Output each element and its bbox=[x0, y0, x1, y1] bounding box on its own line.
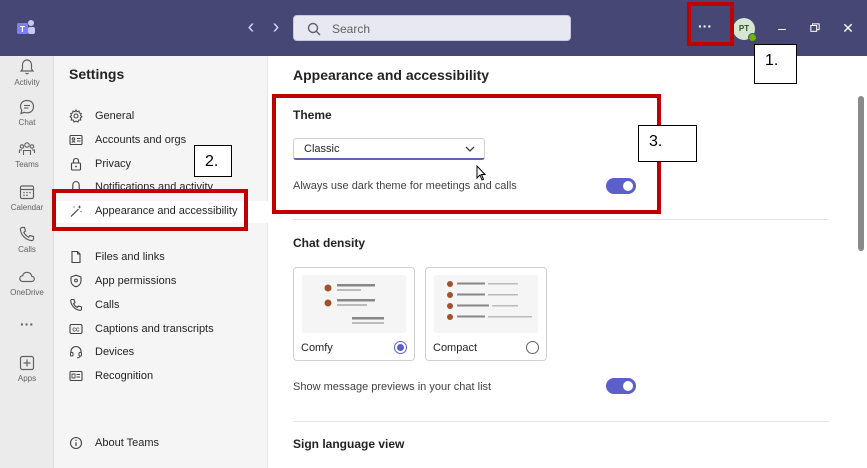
rail-label: Activity bbox=[14, 78, 40, 87]
settings-item-label: Devices bbox=[95, 346, 135, 358]
headset-icon bbox=[70, 345, 82, 359]
captions-icon: CC bbox=[69, 323, 83, 335]
cloud-icon bbox=[19, 271, 35, 283]
annotation-label-step1: 1. bbox=[754, 44, 797, 84]
settings-item-privacy[interactable]: Privacy bbox=[54, 154, 268, 176]
settings-title: Settings bbox=[69, 66, 125, 82]
annotation-label-step2: 2. bbox=[194, 145, 232, 177]
more-icon: ··· bbox=[20, 316, 34, 332]
annotation-box-more-options bbox=[687, 2, 734, 46]
settings-item-recognition[interactable]: Recognition bbox=[54, 366, 268, 388]
annotation-box-theme bbox=[272, 94, 661, 214]
settings-item-label: Privacy bbox=[95, 158, 132, 170]
settings-item-captions[interactable]: CC Captions and transcripts bbox=[54, 319, 268, 341]
settings-item-about[interactable]: About Teams bbox=[54, 433, 268, 455]
rail-item-chat[interactable]: Chat bbox=[0, 98, 54, 142]
density-option-label: Compact bbox=[433, 342, 478, 354]
teams-logo-icon: T bbox=[16, 18, 36, 38]
avatar-initials: PT bbox=[738, 24, 750, 33]
svg-text:CC: CC bbox=[72, 327, 80, 333]
rail-label: Chat bbox=[18, 118, 36, 127]
search-icon bbox=[306, 21, 322, 37]
rail-item-calls[interactable]: Calls bbox=[0, 225, 54, 269]
apps-icon bbox=[19, 355, 35, 371]
settings-item-files[interactable]: Files and links bbox=[54, 247, 268, 269]
settings-item-label: Calls bbox=[95, 299, 120, 311]
rail-label: Calendar bbox=[10, 203, 44, 212]
settings-item-label: Accounts and orgs bbox=[95, 134, 187, 146]
recognition-icon bbox=[69, 370, 83, 382]
calendar-icon bbox=[19, 185, 35, 200]
density-option-compact[interactable]: Compact bbox=[425, 267, 547, 361]
id-card-icon bbox=[69, 134, 83, 146]
file-icon bbox=[71, 250, 81, 264]
divider bbox=[293, 219, 829, 220]
rail-label: OneDrive bbox=[10, 288, 44, 297]
shield-icon bbox=[70, 274, 82, 288]
settings-item-label: Captions and transcripts bbox=[95, 323, 214, 335]
minimize-button[interactable]: – bbox=[770, 17, 794, 39]
rail-item-more[interactable]: ··· bbox=[0, 312, 54, 336]
toggle-knob bbox=[623, 381, 633, 391]
message-previews-label: Show message previews in your chat list bbox=[293, 381, 492, 393]
compact-preview bbox=[434, 275, 538, 333]
rail-label: Teams bbox=[15, 160, 39, 169]
sign-language-title: Sign language view bbox=[293, 437, 405, 451]
rail-item-teams[interactable]: Teams bbox=[0, 140, 54, 184]
phone-icon bbox=[19, 226, 35, 242]
density-option-label: Comfy bbox=[301, 342, 333, 354]
settings-pane: Settings General Accounts and orgs Priva… bbox=[54, 56, 268, 468]
settings-item-general[interactable]: General bbox=[54, 106, 268, 128]
forward-arrow-icon[interactable]: › bbox=[266, 17, 286, 37]
phone-icon bbox=[70, 298, 83, 311]
close-button[interactable]: ✕ bbox=[836, 17, 860, 39]
vertical-scrollbar[interactable] bbox=[858, 96, 864, 251]
radio-unselected-icon[interactable] bbox=[526, 341, 539, 354]
settings-item-label: App permissions bbox=[95, 275, 177, 287]
density-option-comfy[interactable]: Comfy bbox=[293, 267, 415, 361]
lock-icon bbox=[70, 157, 82, 171]
rail-label: Calls bbox=[18, 245, 36, 254]
settings-item-calls[interactable]: Calls bbox=[54, 295, 268, 317]
rail-item-apps[interactable]: Apps bbox=[0, 354, 54, 398]
search-placeholder: Search bbox=[332, 22, 371, 36]
settings-item-label: About Teams bbox=[95, 437, 160, 449]
info-icon bbox=[69, 436, 83, 450]
restore-button[interactable] bbox=[803, 17, 827, 39]
settings-item-label: Recognition bbox=[95, 370, 154, 382]
settings-item-devices[interactable]: Devices bbox=[54, 342, 268, 364]
search-input[interactable]: Search bbox=[293, 15, 571, 41]
annotation-box-appearance bbox=[52, 189, 248, 231]
avatar[interactable]: PT bbox=[733, 18, 757, 42]
settings-item-label: Files and links bbox=[95, 251, 165, 263]
settings-item-label: General bbox=[95, 110, 135, 122]
chat-density-title: Chat density bbox=[293, 236, 366, 250]
comfy-preview bbox=[302, 275, 406, 333]
status-available-icon bbox=[748, 33, 757, 42]
app-rail: Activity Chat Teams Calendar Calls OneDr… bbox=[0, 56, 54, 468]
rail-item-calendar[interactable]: Calendar bbox=[0, 183, 54, 227]
message-previews-toggle[interactable] bbox=[606, 378, 636, 394]
annotation-label-step3: 3. bbox=[638, 125, 697, 162]
rail-label: Apps bbox=[17, 374, 37, 383]
settings-item-app-permissions[interactable]: App permissions bbox=[54, 271, 268, 293]
back-arrow-icon[interactable]: ‹ bbox=[241, 17, 261, 37]
divider bbox=[293, 421, 829, 422]
page-title: Appearance and accessibility bbox=[293, 67, 490, 83]
radio-selected-icon[interactable] bbox=[394, 341, 407, 354]
chat-icon bbox=[19, 99, 35, 115]
title-bar: T ‹ › Search ··· PT – ✕ bbox=[0, 0, 867, 56]
gear-icon bbox=[69, 109, 83, 123]
settings-item-accounts[interactable]: Accounts and orgs bbox=[54, 130, 268, 152]
rail-item-onedrive[interactable]: OneDrive bbox=[0, 268, 54, 312]
bell-icon bbox=[19, 59, 35, 75]
svg-text:T: T bbox=[20, 25, 25, 34]
rail-item-activity[interactable]: Activity bbox=[0, 58, 54, 102]
teams-icon bbox=[18, 142, 36, 155]
